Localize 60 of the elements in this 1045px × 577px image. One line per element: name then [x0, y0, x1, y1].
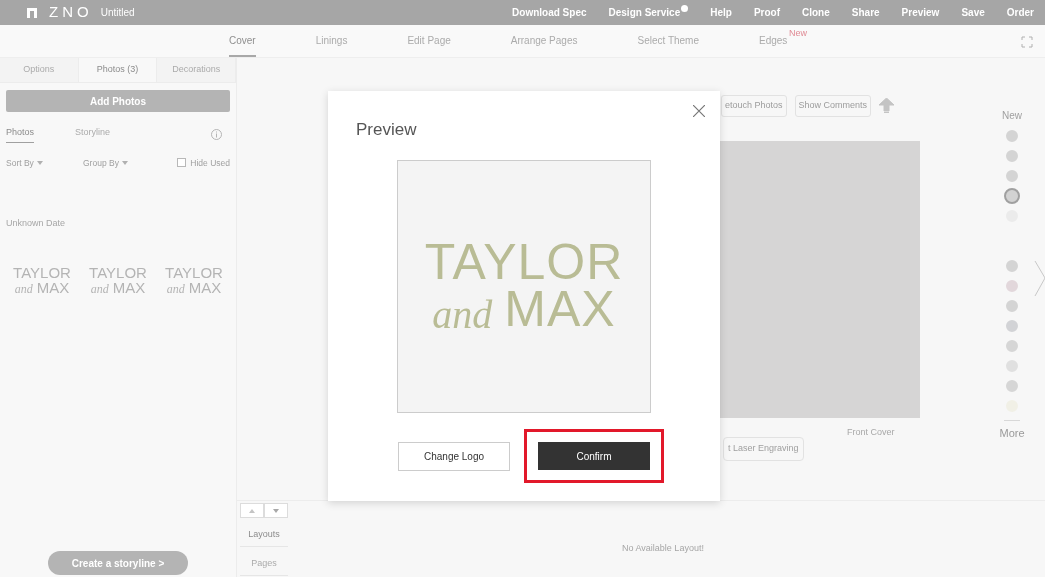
logo-icon: [27, 7, 37, 18]
toolbar-button[interactable]: Show Comments: [794, 95, 872, 117]
engraving-button[interactable]: t Laser Engraving: [723, 437, 804, 461]
nav-tab[interactable]: Select Theme: [637, 25, 699, 57]
help-badge-icon: [681, 5, 689, 12]
nav-tab[interactable]: Edit Page: [407, 25, 451, 57]
photo-thumbnail[interactable]: TAYLOR and MAX: [82, 264, 154, 295]
empty-message: No Available Layout!: [622, 542, 704, 555]
caret-icon: [121, 160, 128, 165]
toolbar-button[interactable]: etouch Photos: [721, 95, 787, 117]
menu-item[interactable]: Preview: [901, 3, 940, 22]
create-storyline-button[interactable]: Create a storyline >: [48, 551, 188, 575]
panel-tab[interactable]: Options: [0, 58, 79, 82]
scroll-down-button[interactable]: [264, 503, 288, 518]
menu-item[interactable]: Download Spec: [512, 3, 587, 22]
photo-thumbnail[interactable]: TAYLOR and MAX: [6, 264, 78, 295]
group-dropdown[interactable]: Group By: [83, 156, 119, 170]
chevron-right-icon[interactable]: [1034, 260, 1045, 297]
new-label: New: [789, 27, 807, 40]
bottom-tab[interactable]: Layouts: [240, 524, 288, 547]
close-icon[interactable]: [693, 105, 705, 117]
menu-item[interactable]: Share: [851, 3, 880, 22]
bottom-tab[interactable]: Pages: [240, 553, 288, 576]
hide-used-checkbox[interactable]: [177, 158, 187, 168]
confirm-button[interactable]: Confirm: [538, 442, 650, 470]
color-swatch[interactable]: [1004, 188, 1020, 204]
nav-tab[interactable]: Arrange Pages: [510, 25, 578, 57]
menu-item[interactable]: Design Service: [608, 3, 689, 22]
info-icon[interactable]: [211, 128, 222, 140]
sub-tab[interactable]: Storyline: [75, 126, 111, 143]
menu-item[interactable]: Help: [710, 3, 732, 22]
sub-tab[interactable]: Photos: [6, 126, 35, 143]
menu-item[interactable]: Proof: [753, 3, 780, 22]
nav-tab[interactable]: Edges: [759, 25, 788, 57]
cover-caption: Front Cover: [847, 425, 895, 439]
document-title: Untitled: [100, 6, 135, 20]
dialog-title: Preview: [356, 119, 417, 141]
swatch-heading: New: [1002, 109, 1022, 123]
logo-script: and: [432, 295, 493, 335]
date-heading: Unknown Date: [5, 217, 67, 231]
menu-item[interactable]: Save: [961, 3, 985, 22]
scroll-up-button[interactable]: [240, 503, 264, 518]
menu-item[interactable]: Order: [1006, 3, 1034, 22]
add-photos-button[interactable]: Add Photos: [6, 90, 230, 112]
panel-tab[interactable]: Decorations: [157, 58, 236, 82]
down-arrow-icon: [273, 508, 279, 513]
more-link[interactable]: More: [999, 425, 1025, 442]
logo-text: MAX: [504, 284, 616, 334]
nav-tab[interactable]: Linings: [315, 25, 348, 57]
up-arrow-icon: [249, 508, 255, 513]
photo-thumbnail[interactable]: TAYLOR and MAX: [158, 264, 230, 295]
hide-used-label: Hide Used: [190, 156, 230, 170]
sort-dropdown[interactable]: Sort By: [6, 156, 34, 170]
upload-arrow-icon[interactable]: [879, 97, 895, 114]
logo-text: TAYLOR: [424, 237, 624, 287]
change-logo-button[interactable]: Change Logo: [398, 441, 510, 471]
brand-logo: ZNO: [49, 2, 93, 23]
menu-item[interactable]: Clone: [802, 3, 830, 22]
fullscreen-icon[interactable]: [1021, 36, 1033, 48]
caret-icon: [36, 160, 43, 165]
